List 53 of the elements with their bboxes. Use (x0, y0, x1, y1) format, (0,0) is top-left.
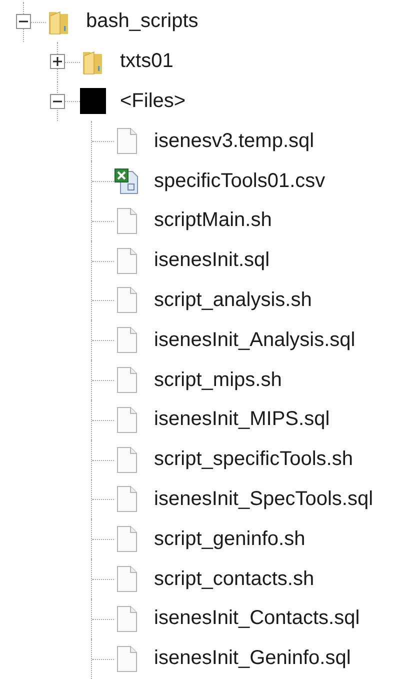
tree-item-label[interactable]: isenesInit_SpecTools.sql (154, 488, 374, 511)
tree-line (91, 519, 114, 560)
tree-line (91, 161, 114, 201)
tree-line (57, 42, 80, 82)
collapse-button[interactable] (16, 14, 30, 30)
tree-line (91, 480, 114, 520)
tree-line (91, 360, 114, 400)
file-icon (117, 606, 137, 632)
tree-item-label[interactable]: bash_scripts (86, 10, 198, 34)
file-icon (117, 646, 137, 672)
tree-item-label[interactable]: isenesInit_Analysis.sql (154, 328, 356, 352)
tree-line (91, 598, 114, 639)
tree-line (91, 400, 114, 440)
collapse-button[interactable] (50, 94, 64, 109)
file-icon (117, 287, 137, 314)
tree-item-label[interactable]: scriptMain.sh (154, 209, 272, 232)
tree-item-label[interactable]: specificTools01.csv (154, 170, 326, 193)
tree-line (91, 638, 114, 679)
tree-item-label[interactable]: isenesInit.sql (154, 249, 270, 272)
tree-item-label[interactable]: script_specificTools.sh (154, 448, 353, 472)
tree-line (91, 440, 114, 480)
tree-line (57, 82, 80, 122)
tree-item-label[interactable]: script_geninfo.sh (154, 528, 306, 551)
tree-line (91, 240, 114, 281)
expand-button[interactable] (50, 54, 64, 70)
tree-item-label[interactable]: isenesInit_Geninfo.sql (154, 647, 351, 670)
file-icon (117, 128, 137, 154)
tree-line (91, 320, 114, 360)
file-icon (117, 406, 137, 433)
tree-item-label[interactable]: isenesInit_Contacts.sql (154, 607, 360, 630)
tree-item-label[interactable]: script_analysis.sh (154, 288, 312, 312)
file-icon (117, 526, 137, 552)
file-icon (117, 248, 137, 274)
tree-item-label[interactable]: isenesInit_MIPS.sql (154, 408, 330, 432)
tree-item-label[interactable]: script_mips.sh (154, 368, 282, 392)
tree-line (91, 559, 114, 599)
file-icon (117, 486, 137, 512)
spreadsheet-file-icon (114, 168, 140, 194)
tree-item-label[interactable]: <Files> (120, 90, 186, 113)
file-icon (117, 566, 137, 592)
square-icon (80, 88, 106, 114)
tree-line (91, 280, 114, 320)
tree-line (23, 2, 46, 42)
file-icon (117, 327, 137, 354)
file-icon (117, 446, 137, 473)
tree-line (91, 200, 114, 241)
tree-item-label[interactable]: txts01 (120, 50, 174, 74)
tree-item-label[interactable]: isenesv3.temp.sql (154, 130, 314, 153)
file-icon (117, 367, 137, 394)
tree-line (91, 121, 114, 162)
file-icon (117, 208, 137, 234)
plus-icon (52, 57, 62, 66)
tree-item-label[interactable]: script_contacts.sh (154, 568, 314, 591)
